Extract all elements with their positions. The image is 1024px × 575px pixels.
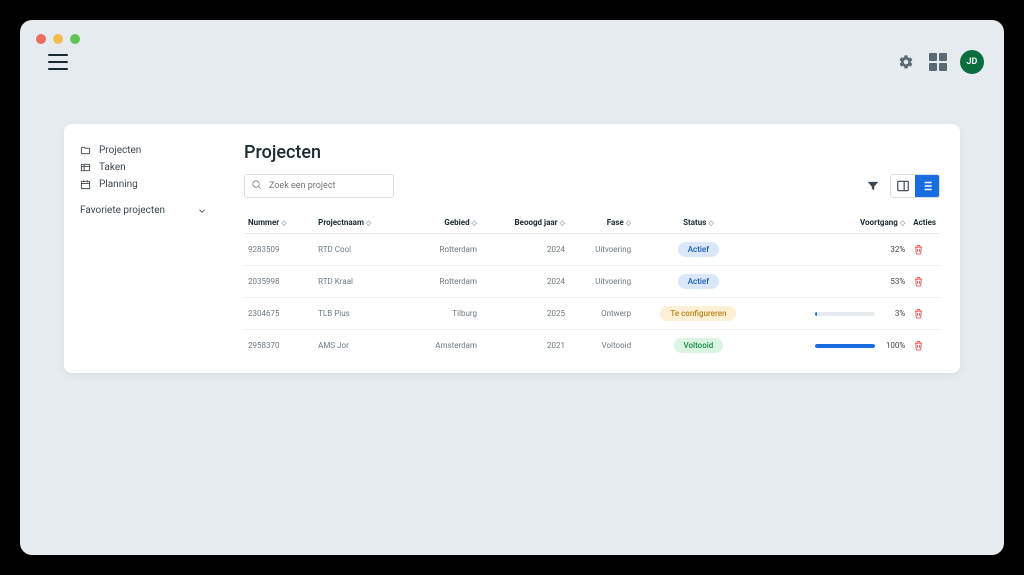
search-box [244,173,394,198]
table-row[interactable]: 2958370 AMS Jor Amsterdam 2021 Voltooid … [244,330,940,362]
list-icon [920,179,934,193]
progress-bar [815,312,875,316]
cell-jaar: 2024 [481,266,569,298]
status-badge: Actief [678,242,719,257]
th-jaar[interactable]: Beoogd jaar◇ [481,212,569,234]
settings-button[interactable] [896,52,916,72]
sidebar-item-projecten[interactable]: Projecten [76,142,211,159]
toolbar [244,173,940,198]
delete-button[interactable] [913,276,924,287]
sidebar-item-label: Projecten [99,145,141,156]
cell-jaar: 2021 [481,330,569,362]
status-badge: Actief [678,274,719,289]
search-icon [251,179,262,190]
cell-jaar: 2024 [481,234,569,266]
th-gebied[interactable]: Gebied◇ [406,212,481,234]
cell-status: Te configureren [635,298,762,330]
th-projectnaam[interactable]: Projectnaam◇ [314,212,406,234]
app-window: JD Projecten Taken Planning Favoriete pr… [20,20,1004,555]
progress-percent: 53% [881,277,905,286]
cell-fase: Ontwerp [569,298,635,330]
table-row[interactable]: 9283509 RTD Cool Rotterdam 2024 Uitvoeri… [244,234,940,266]
cell-nummer: 9283509 [244,234,314,266]
cell-naam: RTD Kraal [314,266,406,298]
filter-button[interactable] [866,179,880,193]
view-list-button[interactable] [915,175,939,197]
cell-voortgang: 3% [762,298,910,330]
apps-button[interactable] [928,52,948,72]
progress-bar [815,344,875,348]
progress-percent: 100% [881,341,905,350]
page-title: Projecten [244,142,940,163]
cell-fase: Voltooid [569,330,635,362]
cell-fase: Uitvoering [569,234,635,266]
progress-percent: 3% [881,309,905,318]
delete-button[interactable] [913,340,924,351]
search-input[interactable] [244,174,394,198]
gear-icon [898,54,914,70]
cell-nummer: 2304675 [244,298,314,330]
table-row[interactable]: 2304675 TLB Pius Tilburg 2025 Ontwerp Te… [244,298,940,330]
user-avatar[interactable]: JD [960,50,984,74]
status-badge: Voltooid [674,338,724,353]
main-card: Projecten Taken Planning Favoriete proje… [64,124,960,373]
cell-nummer: 2958370 [244,330,314,362]
sidebar-item-label: Planning [99,179,138,190]
view-panel-button[interactable] [891,175,915,197]
sidebar: Projecten Taken Planning Favoriete proje… [64,124,224,373]
cell-naam: AMS Jor [314,330,406,362]
cell-status: Actief [635,266,762,298]
delete-button[interactable] [913,244,924,255]
cell-naam: RTD Cool [314,234,406,266]
cell-gebied: Tilburg [406,298,481,330]
th-status[interactable]: Status◇ [635,212,762,234]
cell-acties [909,330,940,362]
cell-voortgang: 32% [762,234,910,266]
th-voortgang[interactable]: Voortgang◇ [762,212,910,234]
sidebar-item-label: Taken [99,162,126,173]
panel-icon [896,179,910,193]
table-row[interactable]: 2035998 RTD Kraal Rotterdam 2024 Uitvoer… [244,266,940,298]
delete-button[interactable] [913,308,924,319]
cell-fase: Uitvoering [569,266,635,298]
cell-status: Voltooid [635,330,762,362]
cell-gebied: Amsterdam [406,330,481,362]
folder-icon [80,145,91,156]
cell-nummer: 2035998 [244,266,314,298]
chevron-down-icon [197,206,207,216]
cell-acties [909,234,940,266]
status-badge: Te configureren [660,306,736,321]
sidebar-item-taken[interactable]: Taken [76,159,211,176]
grid-icon [929,53,947,71]
th-nummer[interactable]: Nummer◇ [244,212,314,234]
th-acties: Acties [909,212,940,234]
sidebar-item-planning[interactable]: Planning [76,176,211,193]
th-fase[interactable]: Fase◇ [569,212,635,234]
cell-gebied: Rotterdam [406,266,481,298]
cell-acties [909,298,940,330]
projects-table: Nummer◇ Projectnaam◇ Gebied◇ Beoogd jaar… [244,212,940,361]
cell-voortgang: 100% [762,330,910,362]
favorites-label: Favoriete projecten [80,205,165,216]
progress-percent: 32% [881,245,905,254]
calendar-icon [80,179,91,190]
content-area: Projecten [224,124,960,373]
cell-naam: TLB Pius [314,298,406,330]
cell-jaar: 2025 [481,298,569,330]
cell-voortgang: 53% [762,266,910,298]
view-toggle [890,174,940,198]
menu-toggle-button[interactable] [48,54,68,70]
table-icon [80,162,91,173]
topbar: JD [20,20,1004,80]
favorites-toggle[interactable]: Favoriete projecten [76,193,211,216]
cell-status: Actief [635,234,762,266]
cell-gebied: Rotterdam [406,234,481,266]
cell-acties [909,266,940,298]
